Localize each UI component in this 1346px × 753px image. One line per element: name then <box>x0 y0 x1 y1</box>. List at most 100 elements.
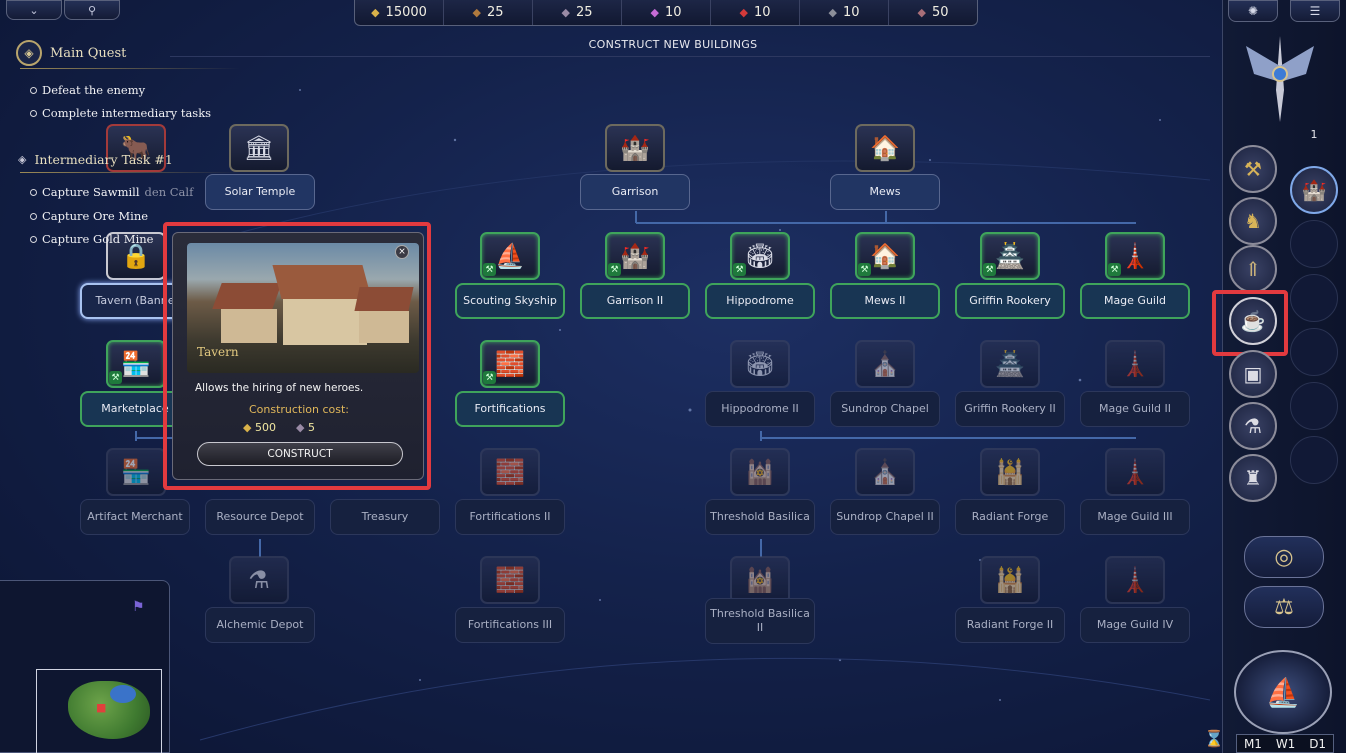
threshold-basilica-button[interactable]: Threshold Basilica <box>705 499 815 535</box>
faction-flag-icon[interactable]: ⚑ <box>132 599 150 617</box>
fortifications-ii-button[interactable]: Fortifications II <box>455 499 565 535</box>
radiant-forge-ii-button[interactable]: Radiant Forge II <box>955 607 1065 643</box>
scouting-skyship-building-icon[interactable]: ⛵ ⚒ <box>480 232 540 280</box>
griffin-rookery-ii-button[interactable]: Griffin Rookery II <box>955 391 1065 427</box>
market-menu-button[interactable]: ▣ <box>1229 350 1277 398</box>
griffin-rookery-building-icon[interactable]: 🏯 ⚒ <box>980 232 1040 280</box>
forge-tower-icon: 🕌 <box>995 458 1025 486</box>
collapse-button[interactable]: ⌄ <box>6 0 62 20</box>
screen-title: CONSTRUCT NEW BUILDINGS <box>588 38 758 51</box>
treasury-button[interactable]: Treasury <box>330 499 440 535</box>
sundrop-chapel-building-icon[interactable]: ⛪ <box>855 340 915 388</box>
hippodrome-button[interactable]: Hippodrome <box>705 283 815 319</box>
radiant-forge-button[interactable]: Radiant Forge <box>955 499 1065 535</box>
crystal-icon: ◆ <box>650 6 659 19</box>
quest-task-text: Capture Gold Mine <box>42 232 154 246</box>
upgrade-button[interactable]: ⇑ <box>1229 245 1277 293</box>
solar-temple-button[interactable]: Solar Temple <box>205 174 315 210</box>
threshold-basilica-ii-building-icon[interactable]: 🕍 <box>730 556 790 604</box>
griffin-rookery-button[interactable]: Griffin Rookery <box>955 283 1065 319</box>
sundrop-chapel-ii-building-icon[interactable]: ⛪ <box>855 448 915 496</box>
threshold-basilica-ii-button[interactable]: Threshold Basilica II <box>705 598 815 644</box>
fortifications-ii-building-icon[interactable]: 🧱 <box>480 448 540 496</box>
menu-button[interactable]: ☰ <box>1290 0 1340 22</box>
hammer-icon: ⚒ <box>733 263 746 276</box>
garrison-building-icon[interactable]: 🏰 <box>605 124 665 172</box>
hammers-icon: ⚒ <box>1244 157 1262 181</box>
garrison-ii-button[interactable]: Garrison II <box>580 283 690 319</box>
scouting-skyship-button[interactable]: Scouting Skyship <box>455 283 565 319</box>
radiant-forge-building-icon[interactable]: 🕌 <box>980 448 1040 496</box>
mage-guild-building-icon[interactable]: 🗼 ⚒ <box>1105 232 1165 280</box>
fortifications-iii-button[interactable]: Fortifications III <box>455 607 565 643</box>
alchemic-depot-button[interactable]: Alchemic Depot <box>205 607 315 643</box>
scales-icon: ⚖ <box>1274 594 1294 620</box>
radiant-forge-ii-building-icon[interactable]: 🕌 <box>980 556 1040 604</box>
resource-value: 25 <box>486 5 504 20</box>
build-menu-button[interactable]: ⚒ <box>1229 145 1277 193</box>
basilica-icon: 🕍 <box>745 458 775 486</box>
hamburger-icon: ☰ <box>1309 4 1321 18</box>
empty-slot <box>1290 436 1338 484</box>
minimap[interactable]: ⚑ ■ <box>0 580 170 753</box>
sun-gear-icon: ✺ <box>1247 4 1259 18</box>
mews-ii-building-icon[interactable]: 🏠 ⚒ <box>855 232 915 280</box>
tower-icon: ♜ <box>1244 466 1262 490</box>
fortifications-building-icon[interactable]: 🧱 ⚒ <box>480 340 540 388</box>
alchemy-menu-button[interactable]: ⚗ <box>1229 402 1277 450</box>
mews-ii-button[interactable]: Mews II <box>830 283 940 319</box>
dust-icon: ◆ <box>828 6 837 19</box>
sundrop-chapel-ii-button[interactable]: Sundrop Chapel II <box>830 499 940 535</box>
recruit-hero-button[interactable]: ♞ <box>1229 197 1277 245</box>
griffin-rookery-ii-building-icon[interactable]: 🏯 <box>980 340 1040 388</box>
settings-button[interactable]: ✺ <box>1228 0 1278 22</box>
forge-icon: 🏰 <box>620 134 650 162</box>
end-turn-button[interactable]: ⛵ <box>1234 650 1332 734</box>
main-quest-title: Main Quest <box>50 45 127 61</box>
town-marker-icon: ■ <box>96 701 107 714</box>
wall-icon: 🧱 <box>495 350 525 378</box>
hippodrome-ii-building-icon[interactable]: 🏟 <box>730 340 790 388</box>
lock-icon: 🔒 <box>121 242 151 270</box>
mage-guild-iv-button[interactable]: Mage Guild IV <box>1080 607 1190 643</box>
wood-icon: ◆ <box>472 6 481 19</box>
sundrop-chapel-button[interactable]: Sundrop Chapel <box>830 391 940 427</box>
town-portrait-button[interactable]: 🏰 <box>1290 166 1338 214</box>
mews-button[interactable]: Mews <box>830 174 940 210</box>
marketplace-building-icon[interactable]: 🏪 ⚒ <box>106 340 166 388</box>
solar-temple-building-icon[interactable]: 🏛 <box>229 124 289 172</box>
threshold-basilica-building-icon[interactable]: 🕍 <box>730 448 790 496</box>
balance-button[interactable]: ⚖ <box>1244 586 1324 628</box>
mage-guild-ii-button[interactable]: Mage Guild II <box>1080 391 1190 427</box>
fortifications-button[interactable]: Fortifications <box>455 391 565 427</box>
mage-guild-iv-building-icon[interactable]: 🗼 <box>1105 556 1165 604</box>
resource-depot-button[interactable]: Resource Depot <box>205 499 315 535</box>
calendar-week: W1 <box>1275 736 1296 751</box>
faction-emblem[interactable] <box>1240 30 1320 130</box>
garrison-ii-building-icon[interactable]: 🏰 ⚒ <box>605 232 665 280</box>
calendar-day: D1 <box>1309 736 1327 751</box>
hippodrome-ii-button[interactable]: Hippodrome II <box>705 391 815 427</box>
map-pin-button[interactable]: ⚲ <box>64 0 120 20</box>
ore-icon: ◆ <box>561 6 570 19</box>
mage-guild-iii-button[interactable]: Mage Guild III <box>1080 499 1190 535</box>
hourglass-button[interactable]: ⌛ <box>1202 724 1226 752</box>
mage-guild-button[interactable]: Mage Guild <box>1080 283 1190 319</box>
alchemic-depot-building-icon[interactable]: ⚗ <box>229 556 289 604</box>
resource-value: 25 <box>575 5 593 20</box>
hippodrome-building-icon[interactable]: 🏟 ⚒ <box>730 232 790 280</box>
mage-guild-iii-building-icon[interactable]: 🗼 <box>1105 448 1165 496</box>
artifact-merchant-building-icon[interactable]: 🏪 <box>106 448 166 496</box>
mews-building-icon[interactable]: 🏠 <box>855 124 915 172</box>
garrison-button[interactable]: Garrison <box>580 174 690 210</box>
hammer-icon: ⚒ <box>858 263 871 276</box>
fort-menu-button[interactable]: ♜ <box>1229 454 1277 502</box>
intermediary-task-header[interactable]: ◈ Intermediary Task #1 <box>18 152 173 167</box>
fortifications-iii-building-icon[interactable]: 🧱 <box>480 556 540 604</box>
main-quest-header[interactable]: ◈ Main Quest <box>16 40 126 66</box>
artifact-merchant-button[interactable]: Artifact Merchant <box>80 499 190 535</box>
vision-button[interactable]: ◎ <box>1244 536 1324 578</box>
mage-guild-ii-building-icon[interactable]: 🗼 <box>1105 340 1165 388</box>
quest-task: Complete intermediary tasks <box>30 106 211 120</box>
forge-tower-icon: 🕌 <box>995 566 1025 594</box>
